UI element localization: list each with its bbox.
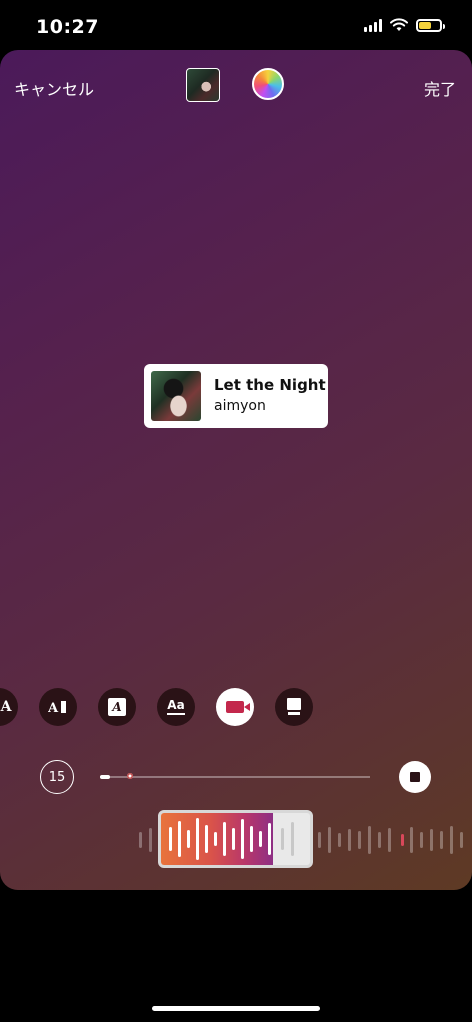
boxed-a-icon: A (108, 698, 126, 716)
style-card[interactable] (275, 688, 313, 726)
waveform-bar (378, 832, 381, 848)
sticker-text: Let the Night aimyon (214, 376, 326, 416)
song-artist: aimyon (214, 398, 266, 414)
status-time: 10:27 (36, 16, 99, 38)
waveform-bar (232, 828, 235, 850)
waveform-bar (187, 830, 190, 848)
waveform-bar (259, 831, 262, 847)
waveform-bar (368, 826, 371, 854)
waveform-bar (420, 832, 423, 848)
waveform-bar (268, 823, 271, 855)
cellular-signal-icon (364, 18, 382, 32)
song-title: Let the Night (214, 376, 326, 394)
waveform-bar (410, 827, 413, 853)
stop-icon (410, 772, 420, 782)
sticker-style-selector: A A A Aa (0, 688, 472, 728)
svg-text:A: A (48, 701, 59, 714)
lyrics-aa-icon: Aa (167, 699, 185, 715)
card-icon (287, 698, 301, 716)
style-boxed-a[interactable]: A (98, 688, 136, 726)
waveform-bar (388, 828, 391, 852)
style-serif-a[interactable]: A (0, 688, 18, 726)
video-card-icon (226, 701, 250, 713)
home-indicator[interactable] (152, 1006, 320, 1011)
waveform-bar (241, 819, 244, 859)
waveform-bar (430, 829, 433, 851)
waveform-bar (205, 825, 208, 853)
music-sticker[interactable]: Let the Night aimyon (144, 364, 328, 428)
waveform-bar (139, 832, 142, 848)
waveform-marker (401, 834, 404, 846)
story-editor-canvas: キャンセル 完了 Let the Night aimyon A A A Aa 1… (0, 50, 472, 890)
waveform-bar (291, 822, 294, 856)
waveform-bar (223, 822, 226, 856)
status-icons (364, 18, 445, 32)
waveform-bar (328, 827, 331, 853)
waveform-bar (440, 831, 443, 849)
audio-waveform-scrubber[interactable] (0, 810, 472, 870)
waveform-bar (169, 827, 172, 851)
text-bar-icon: A (48, 701, 66, 714)
sticker-album-art (151, 371, 201, 421)
color-wheel-icon[interactable] (252, 68, 284, 100)
album-art-thumbnail[interactable] (186, 68, 220, 102)
waveform-bar (358, 831, 361, 849)
waveform-bar (450, 826, 453, 854)
waveform-bar (178, 821, 181, 857)
progress-thumb[interactable] (127, 773, 133, 779)
waveform-bar (149, 828, 152, 852)
serif-a-icon: A (0, 699, 12, 715)
status-bar: 10:27 (0, 0, 472, 52)
duration-button[interactable]: 15 (40, 760, 74, 794)
waveform-bar (281, 828, 284, 850)
waveform-bar (250, 826, 253, 852)
progress-track[interactable] (100, 773, 370, 779)
waveform-bar (460, 832, 463, 848)
battery-icon (416, 18, 445, 32)
done-button[interactable]: 完了 (424, 76, 456, 100)
audio-selection-window[interactable] (158, 810, 313, 868)
progress-fill (100, 775, 110, 779)
wifi-icon (390, 18, 408, 31)
waveform-bar (214, 832, 217, 846)
playback-controls: 15 (0, 760, 472, 800)
style-text-bar[interactable]: A (39, 688, 77, 726)
style-lyrics-aa[interactable]: Aa (157, 688, 195, 726)
waveform-bar (338, 833, 341, 847)
waveform-bar (318, 832, 321, 848)
style-video-card[interactable] (216, 688, 254, 726)
stop-button[interactable] (399, 761, 431, 793)
cancel-button[interactable]: キャンセル (14, 76, 94, 100)
waveform-bar (196, 818, 199, 860)
waveform-bar (348, 829, 351, 851)
